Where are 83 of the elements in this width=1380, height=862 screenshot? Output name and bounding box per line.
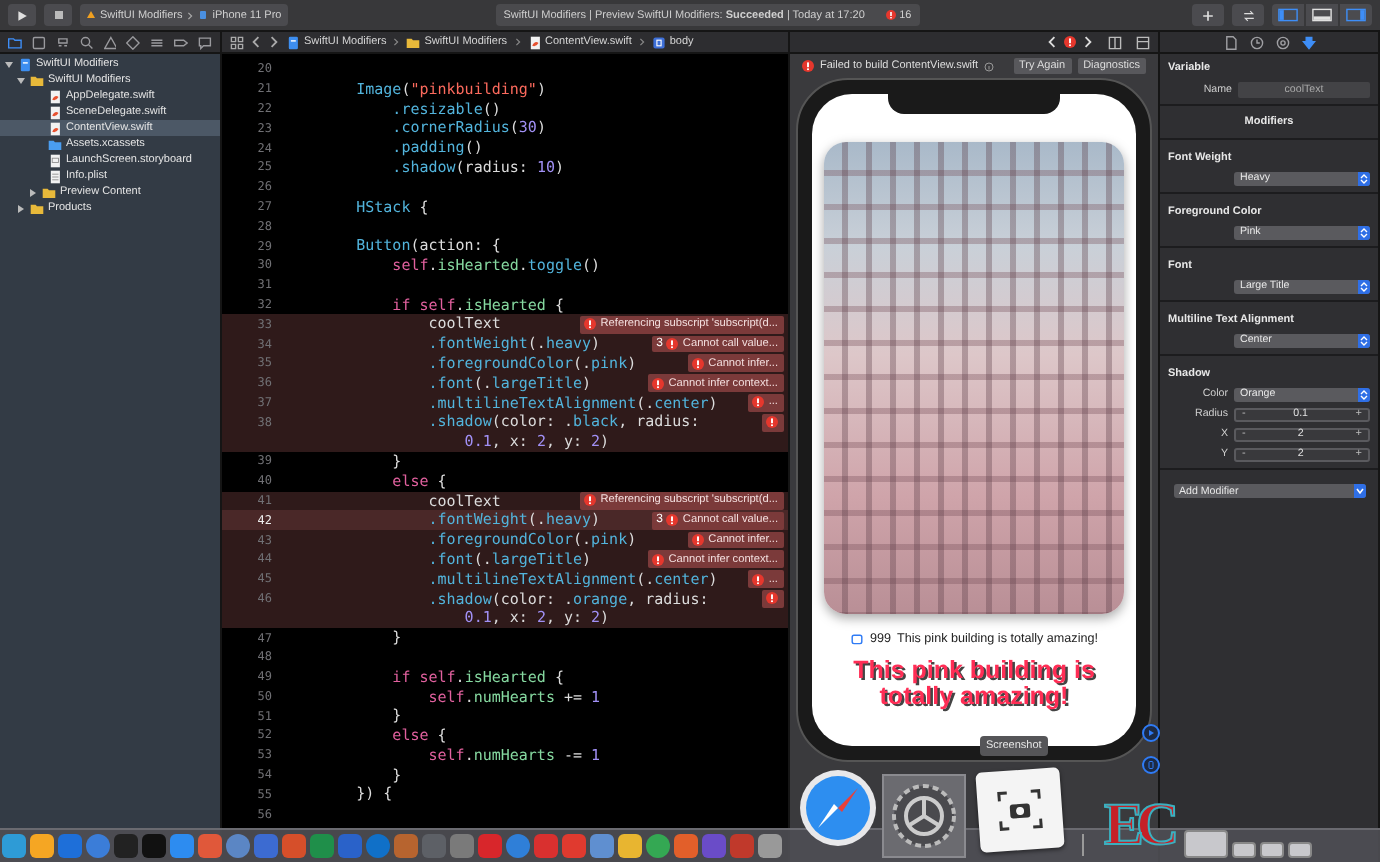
error-icon: [652, 377, 665, 390]
folder-icon: [30, 73, 44, 87]
debug-panel-button[interactable]: [1306, 4, 1338, 26]
app-icon[interactable]: [975, 767, 1065, 853]
error-icon: [666, 338, 679, 351]
chevron-right-icon[interactable]: [268, 36, 280, 48]
error-annotation[interactable]: [762, 590, 784, 608]
error-icon: [885, 10, 896, 20]
disclosure-triangle-icon[interactable]: [4, 59, 14, 69]
swift-file-icon: [527, 35, 542, 49]
grid-icon[interactable]: [230, 35, 244, 49]
chevron-updown-icon: [1358, 387, 1370, 401]
panel-layout-icon: [1278, 8, 1298, 22]
document-icon[interactable]: [1223, 35, 1237, 49]
table-file-icon: [48, 169, 62, 183]
property-icon: [651, 35, 666, 49]
gear-icon: [890, 782, 958, 850]
chevron-updown-icon: [1358, 171, 1370, 185]
split-view-icon[interactable]: [1108, 35, 1122, 49]
app-icon[interactable]: [618, 834, 642, 858]
help-icon[interactable]: [1275, 35, 1289, 49]
clock-icon[interactable]: [1249, 35, 1263, 49]
project-icon: [18, 57, 32, 71]
stop-button[interactable]: [44, 4, 72, 26]
preview-title: This pink building is totally amazing!: [851, 658, 1097, 710]
camera-icon: [996, 788, 1044, 832]
panel-layout-icon[interactable]: [1136, 35, 1150, 49]
app-icon: [86, 10, 96, 20]
chevron-updown-icon: [1358, 279, 1370, 293]
folder-icon[interactable]: [1287, 842, 1312, 858]
device-icon: [1146, 760, 1156, 770]
play-icon: [1146, 728, 1156, 738]
diamond-icon[interactable]: [126, 35, 141, 49]
error-icon: [584, 318, 597, 331]
error-icon: [766, 416, 778, 429]
chevron-updown-icon: [1358, 225, 1370, 239]
error-icon: [1064, 36, 1076, 48]
plus-icon: [1202, 9, 1214, 21]
folder-icon[interactable]: [1183, 830, 1228, 858]
speech-bubble-icon[interactable]: [198, 35, 213, 49]
live-preview-button[interactable]: [1142, 724, 1160, 742]
chevron-updown-icon: [1358, 333, 1370, 347]
error-icon: [666, 514, 679, 527]
warning-icon[interactable]: [103, 35, 117, 49]
chevron-left-icon[interactable]: [250, 36, 262, 48]
error-icon: [752, 573, 765, 586]
info-icon: [984, 61, 995, 71]
play-icon: [16, 9, 28, 21]
compass-icon[interactable]: [798, 768, 878, 848]
preview-on-device-button[interactable]: [1142, 756, 1160, 774]
library-button[interactable]: [1192, 4, 1224, 26]
folder-icon[interactable]: [1259, 842, 1284, 858]
hierarchy-icon[interactable]: [55, 35, 70, 49]
attributes-icon[interactable]: [1301, 35, 1315, 49]
error-icon: [766, 592, 778, 605]
box-icon[interactable]: [31, 35, 46, 49]
disclosure-triangle-icon[interactable]: [16, 75, 26, 85]
error-annotation[interactable]: [762, 413, 784, 432]
error-icon: [652, 553, 665, 566]
chevron-down-icon: [1353, 484, 1365, 498]
run-button[interactable]: [8, 4, 36, 26]
error-icon: [692, 357, 705, 370]
panel-layout-icon: [1346, 8, 1366, 22]
error-icon: [584, 494, 597, 507]
app-icon[interactable]: [882, 774, 966, 858]
project-icon: [286, 35, 300, 49]
error-icon: [692, 534, 705, 547]
disclosure-triangle-icon[interactable]: [28, 187, 38, 197]
review-button[interactable]: [1232, 4, 1264, 26]
disclosure-triangle-icon[interactable]: [16, 203, 26, 213]
document-icon: [48, 153, 62, 167]
speech-bubble-icon: [850, 633, 865, 645]
swap-arrows-icon: [1241, 9, 1255, 21]
inspector-panel-button[interactable]: [1340, 4, 1372, 26]
folder-icon[interactable]: [1231, 842, 1256, 858]
folder-icon[interactable]: [8, 35, 22, 49]
stop-icon: [53, 10, 63, 20]
error-icon: [802, 60, 814, 72]
tag-icon[interactable]: [174, 35, 189, 49]
error-icon: [752, 396, 765, 409]
device-icon: [198, 10, 209, 20]
panel-layout-icon: [1312, 8, 1332, 22]
search-icon[interactable]: [79, 35, 94, 49]
